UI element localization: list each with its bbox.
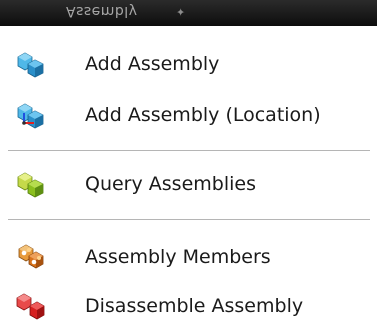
menu-item-add-assembly[interactable]: Add Assembly: [0, 38, 377, 92]
menu-item-label: Add Assembly (Location): [85, 104, 321, 126]
menu-item-add-assembly-location[interactable]: Add Assembly (Location): [0, 89, 377, 143]
menu-item-assembly-members[interactable]: Assembly Members: [0, 231, 377, 285]
menu-item-query-assemblies[interactable]: Query Assemblies: [0, 158, 377, 212]
menu-title: Assembly: [66, 3, 138, 19]
menu-item-label: Assembly Members: [85, 246, 271, 268]
disassemble-assembly-icon: [16, 293, 45, 320]
assembly-members-icon: [18, 244, 44, 269]
add-assembly-location-icon: [17, 103, 44, 129]
menu-item-label: Disassemble Assembly: [85, 295, 304, 317]
menu-item-label: Add Assembly: [85, 53, 220, 75]
menu-separator: [8, 219, 370, 220]
query-assemblies-icon: [17, 172, 44, 198]
menu-item-label: Query Assemblies: [85, 173, 256, 195]
menu-separator: [8, 150, 370, 151]
assembly-menu: Assembly ✦ Add Assembly Add Assembly (Lo…: [0, 0, 377, 333]
add-assembly-icon: [17, 52, 44, 78]
pin-icon[interactable]: ✦: [176, 5, 185, 18]
menu-titlebar[interactable]: Assembly ✦: [0, 0, 377, 26]
menu-item-disassemble-assembly[interactable]: Disassemble Assembly: [0, 280, 377, 333]
